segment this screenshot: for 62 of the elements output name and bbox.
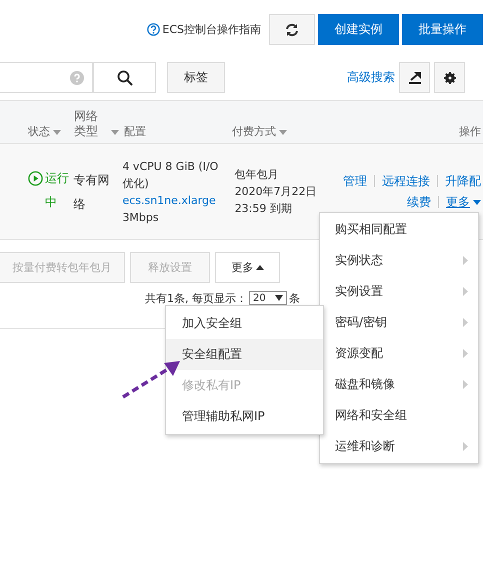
more-dropdown[interactable]: 更多 bbox=[446, 194, 481, 210]
help-link[interactable]: ECS控制台操作指南 bbox=[147, 22, 261, 37]
dashed-arrow bbox=[120, 358, 182, 400]
column-header: 配置 bbox=[124, 124, 146, 139]
operation-link[interactable]: 升降配 bbox=[445, 172, 481, 190]
sort-caret-icon[interactable] bbox=[111, 130, 119, 135]
bulk-action-button[interactable]: 更多 bbox=[215, 252, 280, 283]
operation-link[interactable]: 远程连接 bbox=[382, 172, 430, 190]
help-icon bbox=[70, 70, 84, 84]
settings-button[interactable] bbox=[434, 62, 465, 93]
menu-item[interactable]: 购买相同配置 bbox=[320, 214, 478, 245]
search-button[interactable] bbox=[93, 62, 156, 93]
bandwidth: 3Mbps bbox=[122, 210, 160, 226]
caret-icon bbox=[256, 265, 264, 270]
advanced-search-link[interactable]: 高级搜索 bbox=[347, 69, 395, 86]
sort-caret-icon[interactable] bbox=[279, 130, 287, 135]
submenu-arrow-icon bbox=[463, 287, 468, 296]
operation-link[interactable]: 管理 bbox=[343, 172, 367, 190]
menu-item[interactable]: 加入安全组 bbox=[166, 308, 323, 339]
expiry-date: 2020年7月22日 23:59 到期 bbox=[234, 184, 318, 217]
menu-item[interactable]: 网络和安全组 bbox=[320, 400, 478, 431]
export-icon bbox=[408, 71, 422, 84]
caret-icon bbox=[275, 295, 283, 301]
column-header: 网络类型 bbox=[74, 109, 99, 139]
export-button[interactable] bbox=[399, 62, 430, 93]
submenu-arrow-icon bbox=[463, 380, 468, 389]
settings-icon bbox=[444, 72, 456, 84]
page-size-select[interactable]: 20 bbox=[249, 291, 287, 305]
refresh-button[interactable] bbox=[269, 14, 315, 45]
search-field[interactable] bbox=[0, 62, 93, 93]
pagination-text: 共有1条, 每页显示： bbox=[145, 290, 247, 306]
tag-button[interactable]: 标签 bbox=[167, 62, 225, 93]
running-icon bbox=[28, 171, 43, 186]
menu-item[interactable]: 实例设置 bbox=[320, 276, 478, 307]
refresh-icon bbox=[285, 22, 299, 36]
menu-item[interactable]: 管理辅助私网IP bbox=[166, 401, 323, 432]
help-icon bbox=[147, 23, 160, 36]
menu-item[interactable]: 运维和诊断 bbox=[320, 431, 478, 462]
submenu-arrow-icon bbox=[463, 442, 468, 451]
submenu-arrow-icon bbox=[463, 318, 468, 327]
column-header: 操作 bbox=[459, 124, 481, 139]
instance-type-link[interactable]: ecs.sn1ne.xlarge bbox=[122, 192, 229, 208]
column-header: 状态 bbox=[28, 124, 50, 139]
sort-caret-icon[interactable] bbox=[53, 130, 61, 135]
column-header: 付费方式 bbox=[232, 124, 276, 139]
menu-item[interactable]: 密码/密钥 bbox=[320, 307, 478, 338]
menu-item[interactable]: 磁盘和镜像 bbox=[320, 369, 478, 400]
primary-button[interactable]: 批量操作 bbox=[402, 14, 483, 45]
operation-link[interactable]: 续费 bbox=[407, 194, 431, 210]
menu-item[interactable]: 安全组配置 bbox=[166, 339, 323, 370]
caret-icon bbox=[473, 200, 481, 204]
menu-item[interactable]: 资源变配 bbox=[320, 338, 478, 369]
network-type: 专有网络 bbox=[73, 172, 110, 212]
config-spec: 4 vCPU 8 GiB (I/O优化) bbox=[122, 158, 220, 192]
billing-type: 包年包月 bbox=[234, 167, 280, 183]
pagination-unit: 条 bbox=[289, 290, 300, 306]
status-text: 运行中 bbox=[45, 170, 70, 211]
menu-item[interactable]: 实例状态 bbox=[320, 245, 478, 276]
search-icon bbox=[116, 70, 132, 86]
submenu-arrow-icon bbox=[463, 349, 468, 358]
submenu-arrow-icon bbox=[463, 256, 468, 265]
primary-button[interactable]: 创建实例 bbox=[318, 14, 399, 45]
